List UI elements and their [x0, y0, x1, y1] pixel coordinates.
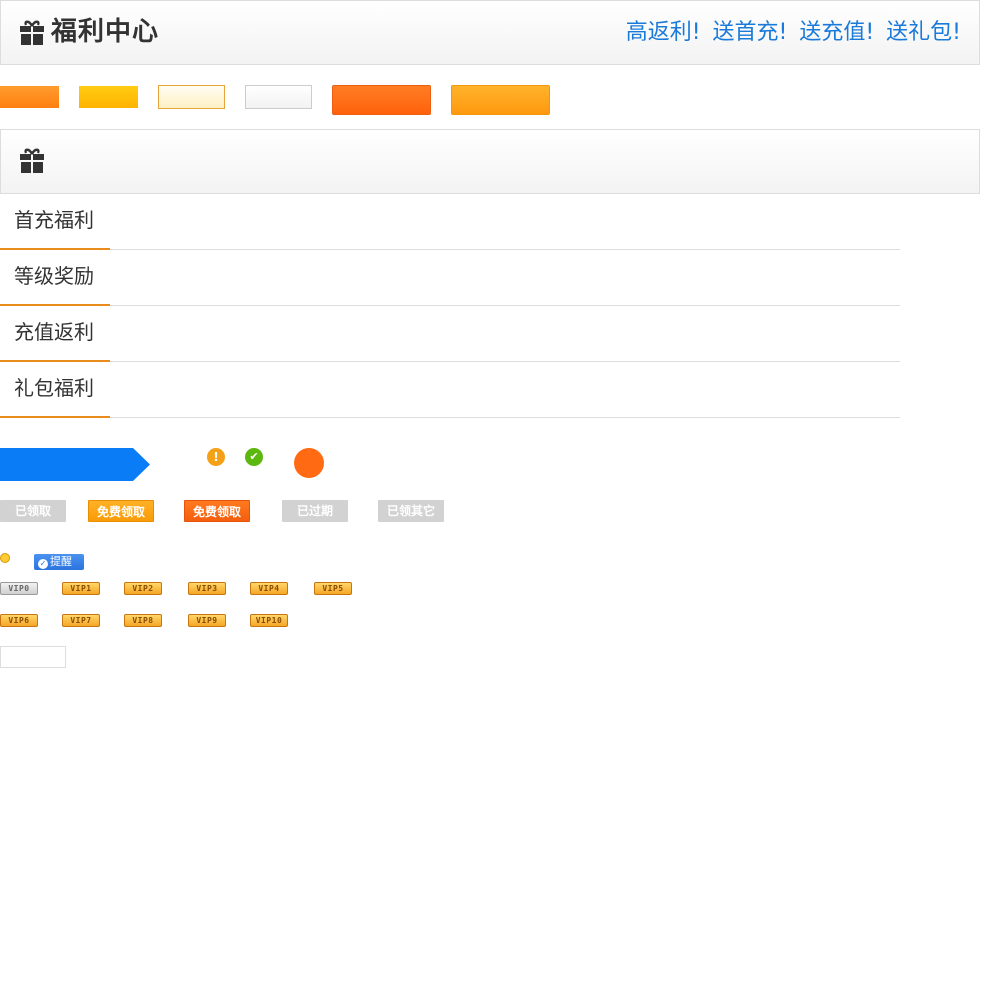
swatch-light-yellow[interactable]: [158, 85, 225, 109]
orange-dot-icon: [294, 448, 324, 478]
check-icon: ✓: [38, 559, 48, 569]
nav-item-level-reward[interactable]: 等级奖励: [0, 249, 900, 306]
nav-item-label: 等级奖励: [14, 264, 94, 288]
slogan-links: 高返利! 送首充! 送充值! 送礼包!: [626, 17, 961, 49]
swatch-amber-large[interactable]: [451, 85, 550, 115]
warning-icon: !: [207, 448, 225, 466]
claimed-other-button: 已领其它: [378, 500, 444, 522]
vip0-badge: VIP0: [0, 582, 38, 595]
expired-button: 已过期: [282, 500, 348, 522]
vip5-badge: VIP5: [314, 582, 352, 595]
nav-item-gift-pack[interactable]: 礼包福利: [0, 361, 900, 418]
vip4-badge: VIP4: [250, 582, 288, 595]
page-title: 福利中心: [51, 17, 160, 47]
received-button: 已领取: [0, 500, 66, 522]
nav-item-label: 首充福利: [14, 208, 94, 232]
nav-item-label: 礼包福利: [14, 376, 94, 400]
nav-item-label: 充值返利: [14, 320, 94, 344]
vip9-badge: VIP9: [188, 614, 226, 627]
swatch-orange[interactable]: [0, 86, 59, 108]
header-bar: 福利中心 高返利! 送首充! 送充值! 送礼包!: [0, 0, 980, 65]
vip2-badge: VIP2: [124, 582, 162, 595]
vip8-badge: VIP8: [124, 614, 162, 627]
vip7-badge: VIP7: [62, 614, 100, 627]
swatch-yellow[interactable]: [79, 86, 138, 108]
empty-input-box[interactable]: [0, 646, 66, 668]
yellow-dot-icon: [0, 553, 10, 563]
free-claim-hover-button[interactable]: 免费领取: [184, 500, 250, 522]
panel-header: [0, 129, 980, 194]
vip6-badge: VIP6: [0, 614, 38, 627]
check-circle-icon: ✔: [245, 448, 263, 466]
blue-arrow-tag: [0, 448, 150, 481]
nav-item-recharge-rebate[interactable]: 充值返利: [0, 305, 900, 362]
vip1-badge: VIP1: [62, 582, 100, 595]
nav-item-first-recharge[interactable]: 首充福利: [0, 193, 900, 250]
slogan-first-recharge[interactable]: 送首充!: [713, 17, 788, 49]
swatch-orange-large[interactable]: [332, 85, 431, 115]
free-claim-button[interactable]: 免费领取: [88, 500, 154, 522]
nav-item-accent: [0, 416, 110, 418]
remind-label: 提醒: [50, 555, 72, 568]
gift-icon: [20, 20, 44, 45]
swatch-white[interactable]: [245, 85, 312, 109]
slogan-recharge[interactable]: 送充值!: [799, 17, 874, 49]
vip10-badge: VIP10: [250, 614, 288, 627]
slogan-high-rebate[interactable]: 高返利!: [626, 17, 701, 49]
vip3-badge: VIP3: [188, 582, 226, 595]
gift-icon: [20, 148, 44, 173]
remind-button[interactable]: ✓ 提醒: [34, 554, 84, 570]
slogan-gift-pack[interactable]: 送礼包!: [886, 17, 961, 49]
